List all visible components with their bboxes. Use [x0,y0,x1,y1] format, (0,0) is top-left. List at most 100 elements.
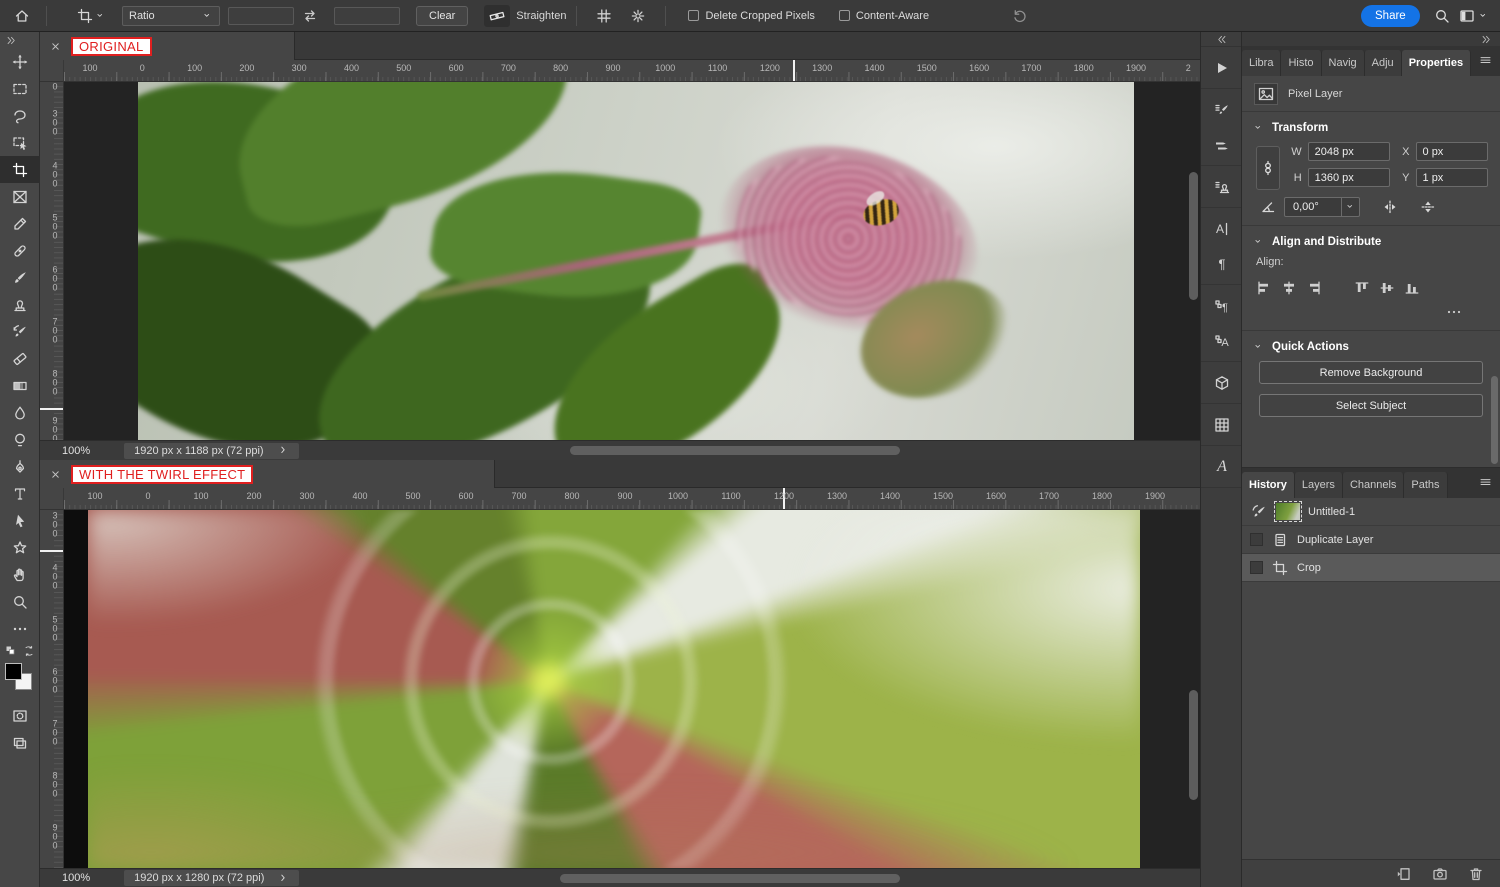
home-icon[interactable] [14,8,30,24]
doc2-zoom-level[interactable]: 100% [62,872,90,884]
panel-button-character-styles[interactable]: A [1201,323,1243,358]
crop-height-input[interactable] [334,7,400,25]
panel-button-paragraph-styles[interactable]: ¶ [1201,288,1243,323]
foreground-color-swatch[interactable] [5,663,22,680]
expand-panels-chevrons-icon[interactable] [1201,32,1241,47]
tool-path-selection[interactable] [0,507,40,534]
workspace-switcher[interactable] [1459,8,1489,24]
tool-eyedropper[interactable] [0,210,40,237]
panel-menu-icon[interactable] [1479,54,1492,67]
tool-brush[interactable] [0,264,40,291]
tool-history-brush[interactable] [0,318,40,345]
tool-hand[interactable] [0,561,40,588]
tool-object-selection[interactable] [0,129,40,156]
panel-button-threed[interactable] [1201,365,1243,400]
tool-more-tools[interactable] [0,615,40,642]
doc1-tab[interactable]: ORIGINAL [40,32,295,60]
doc1-canvas[interactable] [64,82,1200,440]
clear-button[interactable]: Clear [416,6,468,26]
panel-button-brush-settings[interactable] [1201,92,1243,127]
flip-vertical-icon[interactable] [1420,199,1436,215]
ruler-corner[interactable] [40,488,64,510]
link-dimensions-icon[interactable] [1256,146,1280,190]
more-options-icon[interactable] [1254,298,1488,322]
tab-libra[interactable]: Libra [1242,50,1281,76]
history-state-crop[interactable]: Crop [1242,554,1500,582]
tab-paths[interactable]: Paths [1404,472,1447,498]
crop-settings-gear-icon[interactable] [630,8,646,24]
search-icon[interactable] [1434,8,1450,24]
checkbox-delete-cropped-pixels[interactable]: Delete Cropped Pixels [688,10,814,22]
history-brush-source-icon[interactable] [1250,504,1268,520]
tool-gradient[interactable] [0,372,40,399]
delete-state-trash-icon[interactable] [1468,866,1484,882]
edit-toolbar-chevrons-icon[interactable] [0,32,39,48]
tool-move[interactable] [0,48,40,75]
panel-button-character[interactable]: A [1201,211,1243,246]
height-field[interactable]: 1360 px [1308,168,1390,187]
tool-spot-healing-brush[interactable] [0,237,40,264]
doc1-horizontal-scrollbar[interactable] [570,446,900,455]
section-collapse-icon[interactable] [1254,237,1264,247]
tab-adju[interactable]: Adju [1365,50,1402,76]
doc2-vertical-scrollbar[interactable] [1189,690,1198,800]
align-vertical-centers-icon[interactable] [1379,280,1395,296]
quick-mask-button[interactable] [0,702,40,729]
panel-button-actions[interactable] [1201,50,1243,85]
swap-width-height-icon[interactable] [302,8,318,24]
rotation-angle-select[interactable]: 0,00° [1284,197,1360,217]
tool-lasso[interactable] [0,102,40,129]
panel-button-clone-source[interactable] [1201,169,1243,204]
tab-histo[interactable]: Histo [1281,50,1321,76]
x-field[interactable]: 0 px [1416,142,1488,161]
crop-width-input[interactable] [228,7,294,25]
tool-custom-shape[interactable] [0,534,40,561]
screen-mode-button[interactable] [0,729,40,756]
section-collapse-icon[interactable] [1254,123,1264,133]
tool-crop[interactable] [0,156,40,183]
ruler-corner[interactable] [40,60,64,82]
swap-colors-icon[interactable] [23,645,35,657]
doc2-info[interactable]: 1920 px x 1280 px (72 ppi) [124,870,299,886]
doc2-tab[interactable]: WITH THE TWIRL EFFECT [40,460,495,488]
doc2-vertical-ruler[interactable]: 300400500600700800900 [40,510,64,868]
section-collapse-icon[interactable] [1254,342,1264,352]
panel-button-glyphs[interactable]: A [1201,449,1243,484]
tool-rectangular-marquee[interactable] [0,75,40,102]
history-state-untitled-1[interactable]: Untitled-1 [1242,498,1500,526]
doc1-info[interactable]: 1920 px x 1188 px (72 ppi) [124,443,298,459]
tool-eraser[interactable] [0,345,40,372]
tool-blur[interactable] [0,399,40,426]
tool-frame[interactable] [0,183,40,210]
panel-button-brushes[interactable] [1201,127,1243,162]
crop-tool-preset[interactable] [77,8,106,24]
close-tab-icon[interactable] [50,469,61,480]
new-document-from-state-icon[interactable] [1396,866,1412,882]
align-bottom-edges-icon[interactable] [1404,280,1420,296]
tool-zoom[interactable] [0,588,40,615]
tool-clone-stamp[interactable] [0,291,40,318]
tab-properties[interactable]: Properties [1402,50,1471,76]
width-field[interactable]: 2048 px [1308,142,1390,161]
doc1-zoom-level[interactable]: 100% [62,445,90,457]
doc2-canvas[interactable] [64,510,1200,868]
remove-background-button[interactable]: Remove Background [1259,361,1483,384]
tab-navig[interactable]: Navig [1322,50,1365,76]
history-source-well[interactable] [1250,533,1263,546]
collapse-dock-chevrons-icon[interactable] [1242,32,1500,46]
y-field[interactable]: 1 px [1416,168,1488,187]
properties-scrollbar[interactable] [1491,376,1498,464]
checkbox-content-aware[interactable]: Content-Aware [839,10,929,22]
align-left-edges-icon[interactable] [1256,280,1272,296]
default-colors-icon[interactable] [5,645,17,657]
panel-button-paragraph[interactable]: ¶ [1201,246,1243,281]
reset-icon[interactable] [1012,8,1028,24]
tool-type[interactable] [0,480,40,507]
align-right-edges-icon[interactable] [1306,280,1322,296]
tab-history[interactable]: History [1242,472,1295,498]
align-horizontal-centers-icon[interactable] [1281,280,1297,296]
straighten-button[interactable]: Straighten [484,5,566,27]
doc1-horizontal-ruler[interactable]: 1000100200300400500600700800900100011001… [64,60,1200,82]
new-snapshot-camera-icon[interactable] [1432,866,1448,882]
tool-pen[interactable] [0,453,40,480]
